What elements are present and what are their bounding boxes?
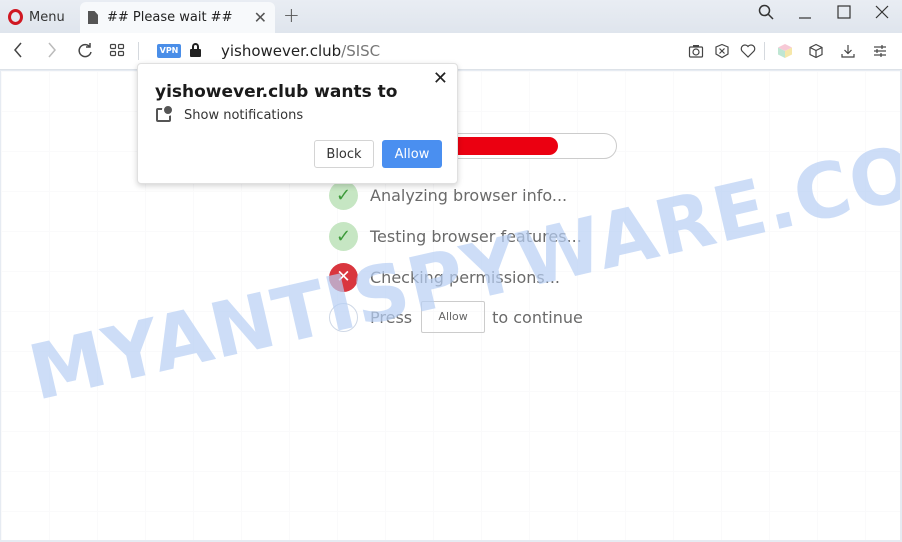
bookmark-button[interactable]	[740, 43, 756, 59]
block-button[interactable]: Block	[314, 140, 374, 168]
chevron-left-icon	[14, 42, 22, 58]
vpn-badge[interactable]: VPN	[157, 44, 181, 58]
close-icon	[875, 5, 889, 19]
search-icon	[758, 4, 774, 20]
grid-icon	[109, 43, 125, 57]
divider	[764, 42, 765, 60]
tab-title: ## Please wait ##	[107, 10, 233, 25]
document-icon	[88, 11, 98, 24]
url-field[interactable]: yishowever.club/SISC	[221, 42, 380, 60]
extensions-button[interactable]	[808, 43, 824, 59]
shield-x-icon	[715, 43, 729, 59]
reload-icon	[78, 43, 92, 58]
step-item: ✓ Analyzing browser info...	[329, 180, 567, 210]
step-text: Analyzing browser info...	[370, 185, 568, 205]
step-text: Testing browser features...	[370, 226, 582, 246]
step-text-after: to continue	[492, 307, 583, 327]
inline-allow-button[interactable]: Allow	[421, 301, 486, 333]
reload-button[interactable]	[77, 41, 93, 64]
adblock-button[interactable]	[714, 43, 730, 59]
step-item: ✓ Testing browser features...	[329, 221, 582, 251]
error-x-icon: ✕	[329, 262, 358, 292]
step-text-before: Press	[370, 307, 413, 327]
tab-active[interactable]: ## Please wait ## ✕	[80, 2, 275, 33]
minimize-icon	[799, 17, 811, 19]
cube-icon	[809, 43, 823, 59]
easy-setup-button[interactable]	[872, 43, 888, 59]
notification-icon	[156, 104, 174, 122]
forward-button[interactable]	[47, 41, 57, 64]
url-path: /SISC	[341, 42, 381, 60]
download-icon	[841, 45, 855, 58]
check-icon: ✓	[329, 221, 358, 251]
check-icon: ✓	[329, 180, 358, 210]
new-tab-button[interactable]: +	[283, 3, 300, 27]
camera-icon	[688, 45, 704, 58]
snapshot-button[interactable]	[688, 43, 704, 59]
opera-logo-icon	[8, 9, 23, 25]
tab-close-icon[interactable]: ✕	[254, 8, 267, 27]
url-domain: yishowever.club	[221, 42, 342, 60]
search-tabs-button[interactable]	[758, 4, 774, 25]
sliders-icon	[874, 45, 886, 57]
menu-label: Menu	[29, 9, 65, 25]
window-close-button[interactable]	[875, 4, 889, 25]
divider	[138, 42, 139, 60]
extension-button[interactable]	[777, 43, 793, 59]
opera-menu-button[interactable]: Menu	[8, 6, 65, 28]
allow-button[interactable]: Allow	[382, 140, 442, 168]
step-item: Press Allow to continue	[329, 301, 583, 333]
popup-title: yishowever.club wants to	[155, 82, 398, 102]
heart-icon	[740, 44, 756, 58]
maximize-button[interactable]	[837, 4, 851, 25]
back-button[interactable]	[13, 41, 23, 64]
speed-dial-button[interactable]	[109, 41, 125, 64]
maximize-icon	[837, 5, 851, 19]
tab-bar: Menu ## Please wait ## ✕ +	[0, 0, 902, 33]
downloads-button[interactable]	[840, 43, 856, 59]
pending-circle-icon	[329, 302, 358, 332]
popup-close-icon[interactable]: ✕	[433, 68, 448, 89]
cube-colored-icon	[778, 44, 792, 58]
chevron-right-icon	[48, 42, 56, 58]
step-text: Checking permissions...	[370, 267, 561, 287]
permission-label: Show notifications	[184, 108, 304, 123]
lock-icon[interactable]	[190, 43, 201, 57]
notification-permission-popup: yishowever.club wants to ✕ Show notifica…	[137, 63, 458, 184]
step-item: ✕ Checking permissions...	[329, 262, 560, 292]
minimize-button[interactable]	[798, 4, 812, 25]
